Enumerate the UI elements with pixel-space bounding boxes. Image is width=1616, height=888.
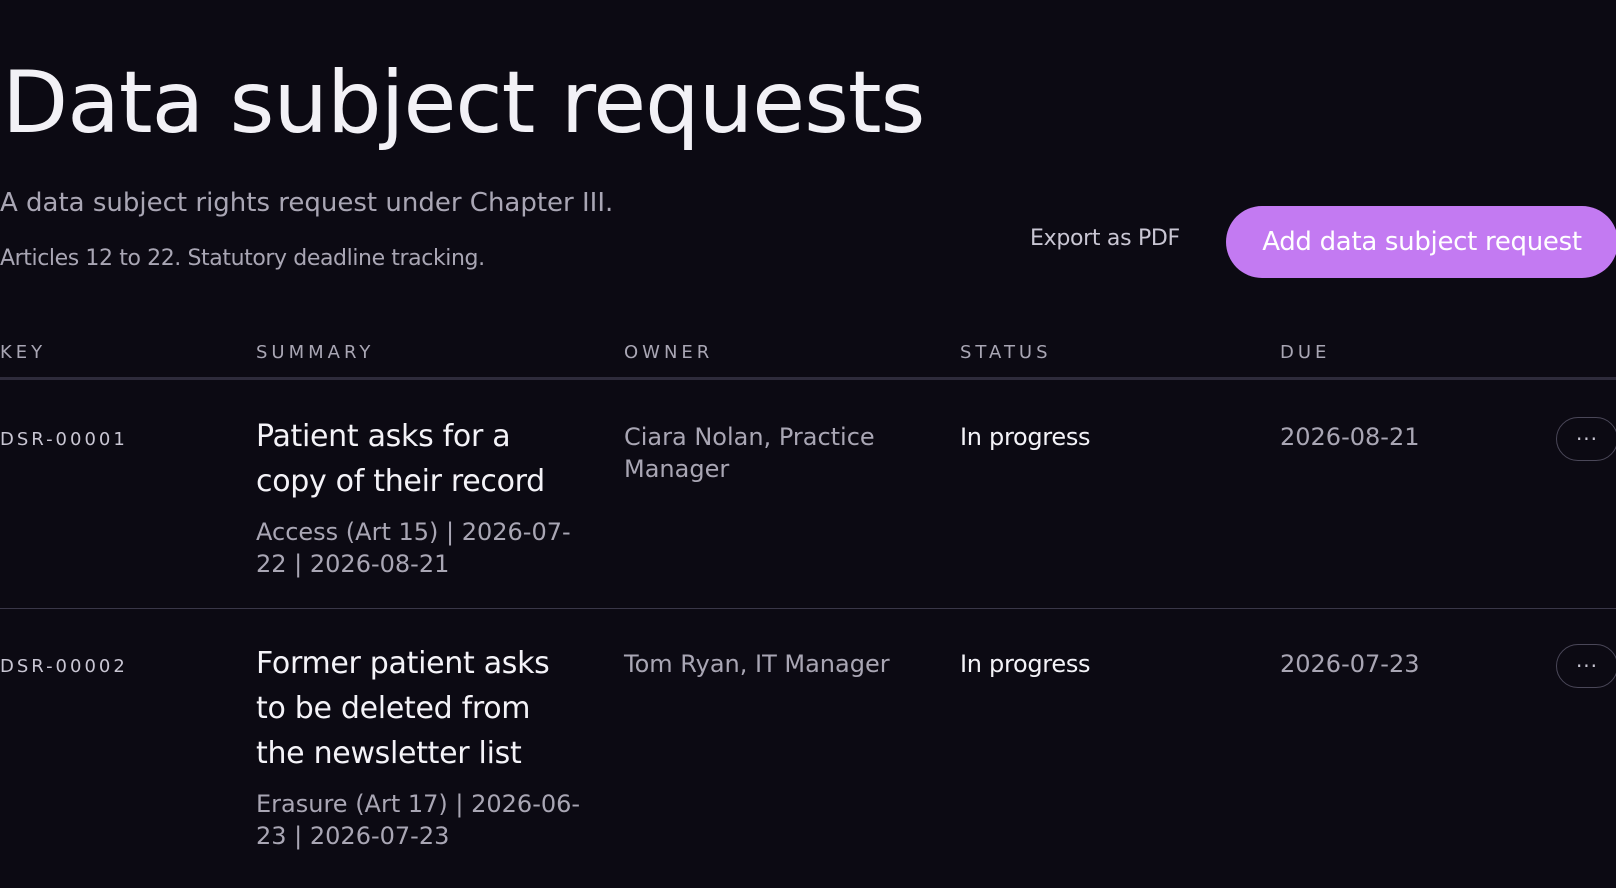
request-title[interactable]: Patient asks for a copy of their record xyxy=(256,414,586,504)
table-header: KEY SUMMARY OWNER STATUS DUE xyxy=(0,340,1616,380)
request-due-date: 2026-08-21 xyxy=(1280,423,1420,451)
request-summary: Patient asks for a copy of their record … xyxy=(256,414,586,580)
request-title[interactable]: Former patient asks to be deleted from t… xyxy=(256,641,586,776)
request-status: In progress xyxy=(960,650,1091,678)
row-actions-button[interactable]: ··· xyxy=(1556,417,1616,461)
table-row[interactable]: DSR-00002 Former patient asks to be dele… xyxy=(0,610,1616,888)
column-header-owner: OWNER xyxy=(624,342,714,363)
page-subtitle: A data subject rights request under Chap… xyxy=(0,188,614,218)
row-actions-button[interactable]: ··· xyxy=(1556,644,1616,688)
request-meta: Erasure (Art 17) | 2026-06-23 | 2026-07-… xyxy=(256,790,581,850)
request-status: In progress xyxy=(960,423,1091,451)
page: Data subject requests A data subject rig… xyxy=(0,0,1616,888)
request-key: DSR-00002 xyxy=(0,656,128,677)
request-key: DSR-00001 xyxy=(0,429,128,450)
export-pdf-link[interactable]: Export as PDF xyxy=(1030,226,1180,251)
ellipsis-icon: ··· xyxy=(1575,654,1599,678)
ellipsis-icon: ··· xyxy=(1575,427,1599,451)
request-summary: Former patient asks to be deleted from t… xyxy=(256,641,586,852)
column-header-status: STATUS xyxy=(960,342,1052,363)
request-due-date: 2026-07-23 xyxy=(1280,650,1420,678)
page-description: Articles 12 to 22. Statutory deadline tr… xyxy=(0,246,485,271)
request-meta: Access (Art 15) | 2026-07-22 | 2026-08-2… xyxy=(256,518,571,578)
column-header-due: DUE xyxy=(1280,342,1331,363)
column-header-key: KEY xyxy=(0,342,47,363)
column-header-summary: SUMMARY xyxy=(256,342,375,363)
request-owner: Tom Ryan, IT Manager xyxy=(624,650,890,678)
table-row[interactable]: DSR-00001 Patient asks for a copy of the… xyxy=(0,383,1616,609)
page-title: Data subject requests xyxy=(2,53,925,153)
add-request-button[interactable]: Add data subject request xyxy=(1226,206,1616,278)
request-owner: Ciara Nolan, Practice Manager xyxy=(624,423,875,483)
